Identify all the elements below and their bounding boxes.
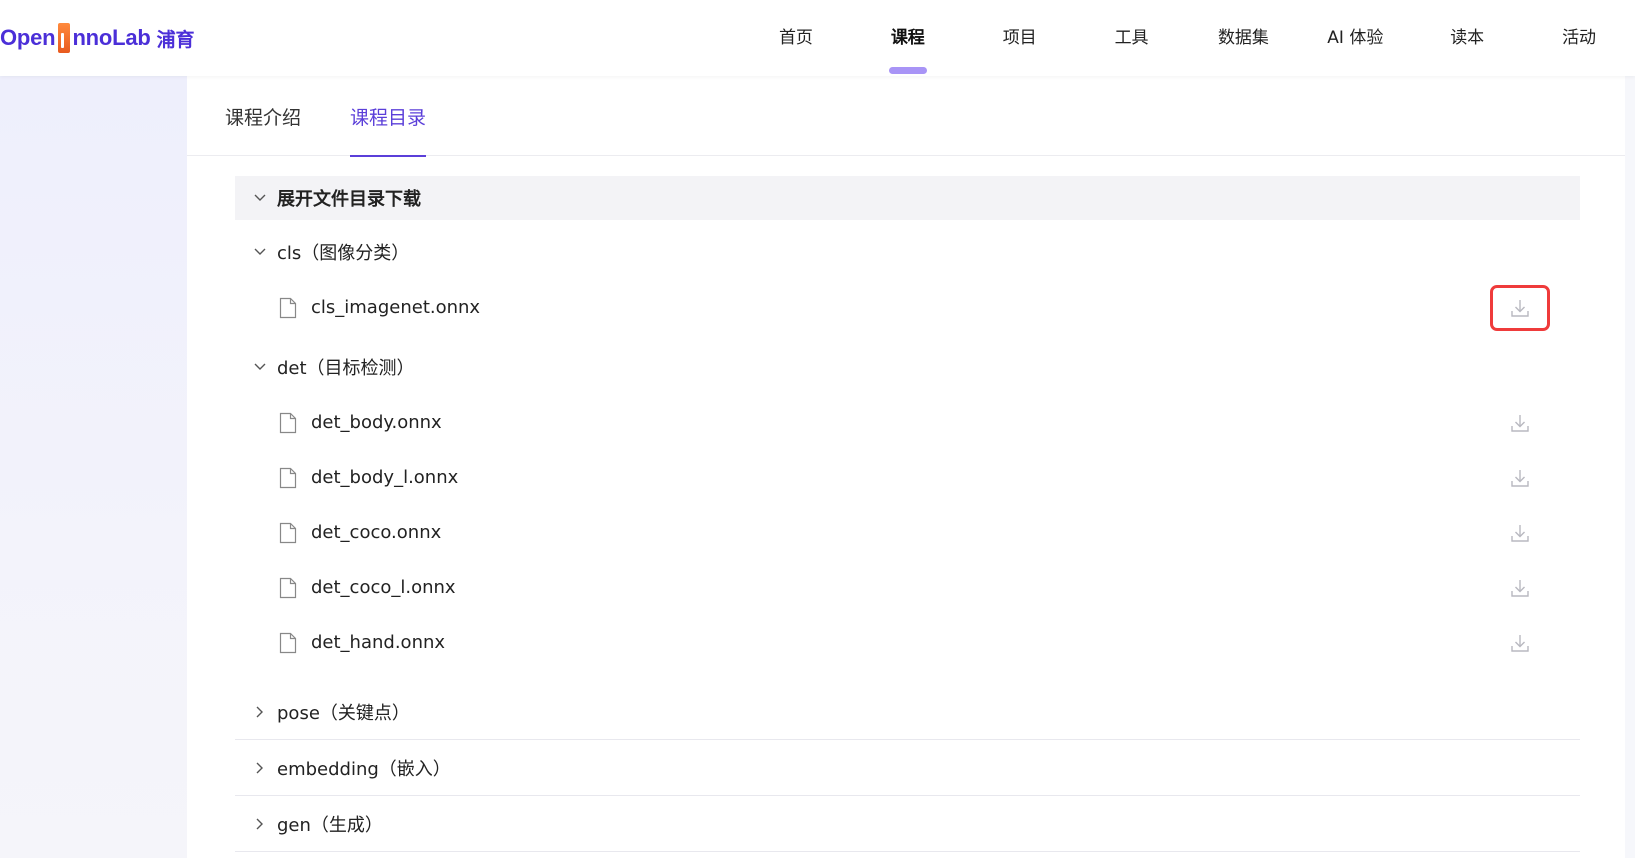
file-name: cls_imagenet.onnx [311,297,481,318]
logo-text-cn: 浦育 [156,29,195,51]
group-label: cls（图像分类） [277,243,410,264]
file-name: det_coco_l.onnx [311,577,456,598]
nav-item-home[interactable]: 首页 [740,0,852,76]
chevron-right-icon [253,817,267,831]
download-icon [1511,414,1529,432]
nav-item-datasets[interactable]: 数据集 [1188,0,1300,76]
logo-text-nnolab: nnoLab [72,25,151,50]
catalog-content: 展开文件目录下载 cls（图像分类） cls_imagenet.onnx det… [235,176,1580,852]
logo-text-open: Open [0,25,56,50]
chevron-down-icon [253,360,267,374]
left-side-rail [0,76,187,858]
site-logo[interactable]: Open nnoLab 浦育 [0,18,194,58]
group-cls[interactable]: cls（图像分类） [235,224,1580,280]
nav-item-readers[interactable]: 读本 [1411,0,1523,76]
file-icon [279,522,297,543]
download-button[interactable] [1490,620,1550,666]
group-gen[interactable]: gen（生成） [235,796,1580,852]
download-icon [1511,579,1529,597]
group-label: gen（生成） [277,814,383,836]
file-icon [279,577,297,598]
tab-course-intro[interactable]: 课程介绍 [225,76,301,156]
group-label: pose（关键点） [277,702,410,724]
download-icon [1511,634,1529,652]
group-label: embedding（嵌入） [277,758,451,780]
expand-file-catalog-header[interactable]: 展开文件目录下载 [235,176,1580,220]
main-nav: 首页 课程 项目 工具 数据集 AI 体验 读本 活动 [740,0,1635,76]
file-icon [279,412,297,433]
download-button[interactable] [1490,455,1550,501]
nav-item-tools[interactable]: 工具 [1076,0,1188,76]
file-name: det_coco.onnx [311,522,442,543]
group-label: det（目标检测） [277,358,415,379]
file-icon [279,467,297,488]
file-row: det_hand.onnx [235,615,1580,670]
file-name: det_body_l.onnx [311,467,459,488]
tab-course-catalog[interactable]: 课程目录 [350,76,427,157]
file-row: det_coco.onnx [235,505,1580,560]
file-row: det_body.onnx [235,395,1580,450]
nav-item-courses[interactable]: 课程 [852,0,964,76]
file-icon [279,632,297,653]
nav-item-ai-experience[interactable]: AI 体验 [1299,0,1411,76]
file-name: det_hand.onnx [311,632,446,653]
nav-item-events[interactable]: 活动 [1523,0,1635,76]
download-icon [1511,524,1529,542]
logo-i-mark-icon [58,23,71,53]
file-row: cls_imagenet.onnx [235,280,1580,335]
download-button[interactable] [1490,510,1550,556]
download-icon [1511,299,1529,317]
course-panel: 课程介绍 课程目录 展开文件目录下载 cls（图像分类） cls_imagene… [187,76,1625,858]
top-header: Open nnoLab 浦育 首页 课程 项目 工具 数据集 AI 体验 读本 … [0,0,1635,76]
group-det[interactable]: det（目标检测） [235,339,1580,395]
group-pose[interactable]: pose（关键点） [235,684,1580,740]
course-tabs: 课程介绍 课程目录 [187,76,1625,157]
group-embedding[interactable]: embedding（嵌入） [235,740,1580,796]
chevron-down-icon [253,245,267,259]
section-title: 展开文件目录下载 [277,189,421,210]
download-button[interactable] [1490,400,1550,446]
download-button[interactable] [1490,565,1550,611]
file-icon [279,297,297,318]
chevron-right-icon [253,761,267,775]
file-row: det_body_l.onnx [235,450,1580,505]
chevron-down-icon [253,191,267,205]
file-name: det_body.onnx [311,412,442,433]
file-row: det_coco_l.onnx [235,560,1580,615]
download-button[interactable] [1490,284,1550,331]
nav-item-projects[interactable]: 项目 [964,0,1076,76]
download-icon [1511,469,1529,487]
chevron-right-icon [253,705,267,719]
